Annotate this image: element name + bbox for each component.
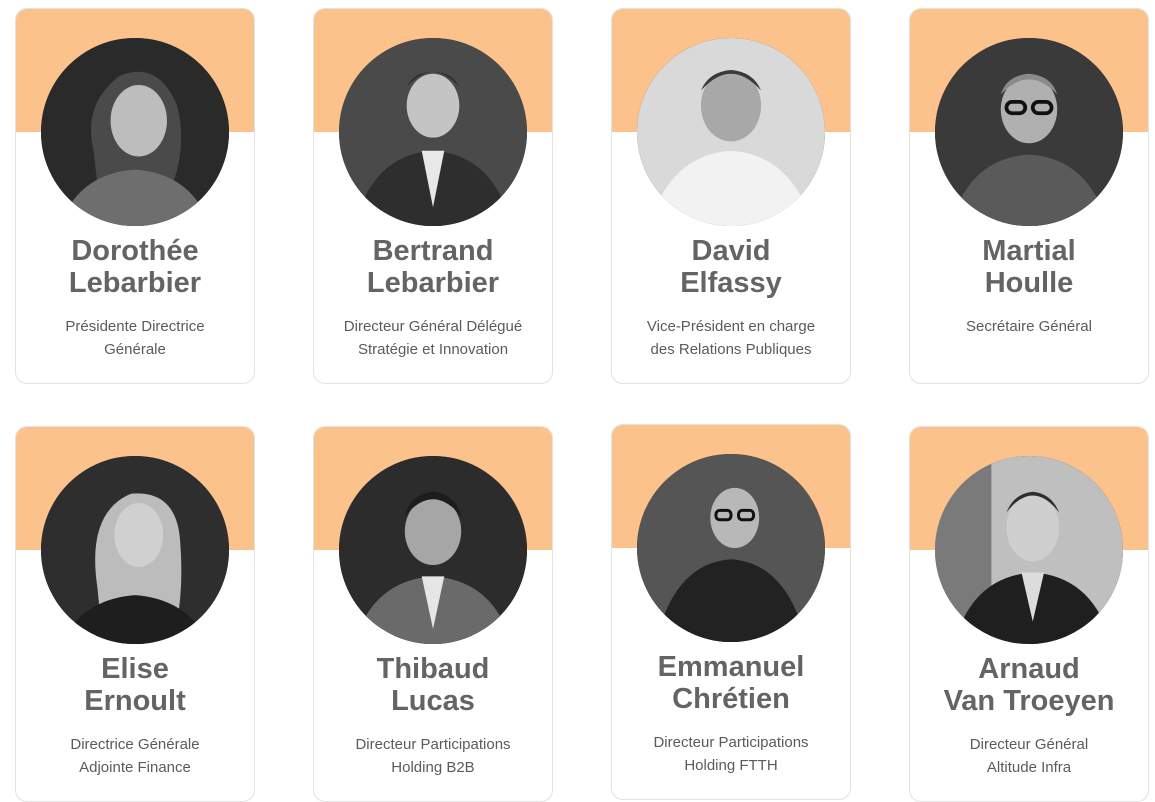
person-role: Directeur Participations Holding B2B: [355, 736, 511, 776]
man-portrait-icon: [339, 38, 527, 226]
man-portrait-icon: [637, 38, 825, 226]
person-name: Elise Ernoult: [84, 653, 186, 717]
person-name: Dorothée Lebarbier: [68, 235, 202, 299]
person-name: David Elfassy: [680, 235, 782, 299]
person-name: Arnaud Van Troeyen: [943, 653, 1115, 717]
team-card-arnaud-van-troeyen[interactable]: Arnaud Van Troeyen Directeur Général Altit…: [909, 426, 1149, 802]
person-role: Secrétaire Général: [966, 318, 1092, 335]
person-role: Directeur Participations Holding FTTH: [653, 734, 809, 774]
person-name: Thibaud Lucas: [376, 653, 490, 717]
team-card-bertrand-lebarbier[interactable]: Bertrand Lebarbier Directeur Général Délé…: [313, 8, 553, 384]
person-name: Bertrand Lebarbier: [366, 235, 500, 299]
man-portrait-icon: [339, 456, 527, 644]
team-card-martial-houlle[interactable]: Martial Houlle Secrétaire Général: [909, 8, 1149, 384]
team-card-thibaud-lucas[interactable]: Thibaud Lucas Directeur Participations Hol…: [313, 426, 553, 802]
team-card-emmanuel-chretien[interactable]: Emmanuel Chrétien Directeur Participation…: [611, 424, 851, 800]
team-card-dorothee-lebarbier[interactable]: Dorothée Lebarbier Présidente Directrice G…: [15, 8, 255, 384]
team-card-david-elfassy[interactable]: David Elfassy Vice-Président en charge des…: [611, 8, 851, 384]
man-portrait-icon: [935, 456, 1123, 644]
man-portrait-icon: [935, 38, 1123, 226]
person-name: Martial Houlle: [982, 235, 1076, 299]
woman-portrait-icon: [41, 38, 229, 226]
person-role: Directeur Général Altitude Infra: [969, 736, 1089, 776]
person-role: Directeur Général Délégué Stratégie et In…: [343, 318, 523, 358]
person-role: Vice-Président en charge des Relations Pu…: [646, 318, 816, 358]
man-portrait-icon: [637, 454, 825, 642]
person-role: Directrice Générale Adjointe Finance: [70, 736, 200, 776]
team-card-elise-ernoult[interactable]: Elise Ernoult Directrice Générale Adjointe…: [15, 426, 255, 802]
person-name: Emmanuel Chrétien: [657, 651, 805, 715]
person-role: Présidente Directrice Générale: [65, 318, 205, 358]
woman-portrait-icon: [41, 456, 229, 644]
